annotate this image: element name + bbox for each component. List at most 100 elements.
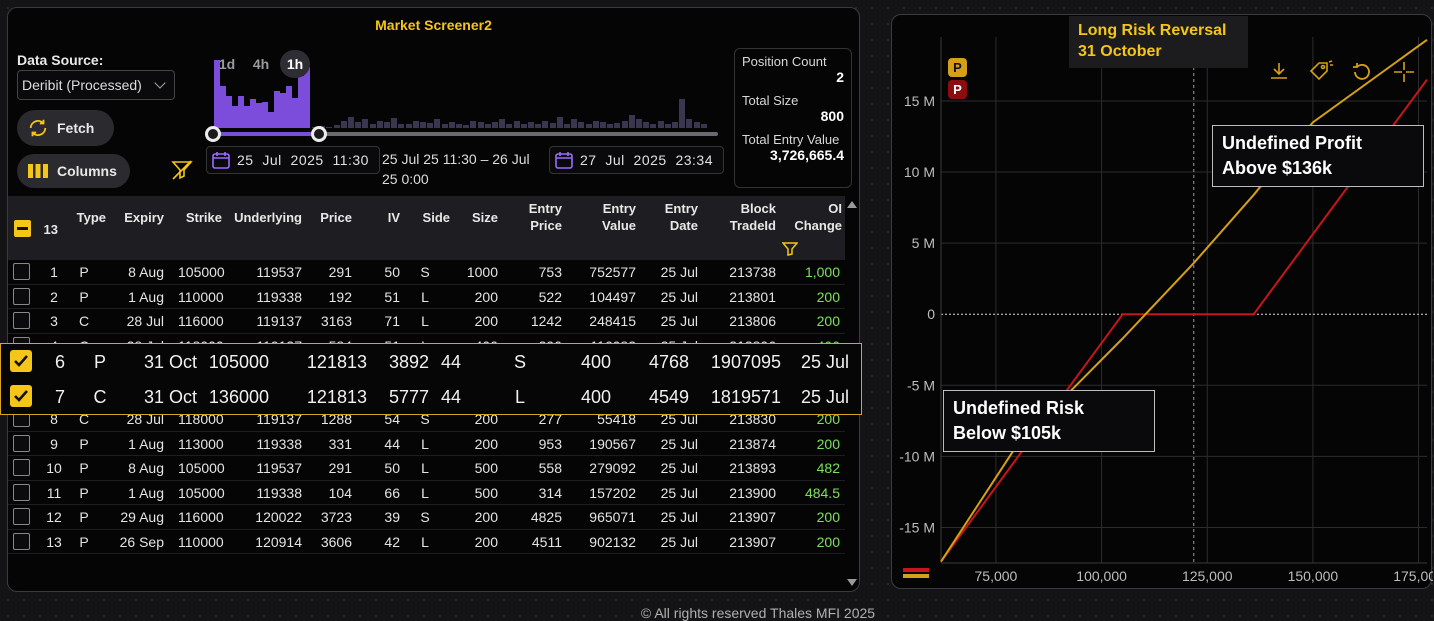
cell-size: 500 — [474, 460, 498, 476]
col-entry-date[interactable]: Entry Date — [654, 200, 698, 234]
cell-und: 120022 — [255, 509, 302, 525]
reset-icon[interactable] — [1350, 60, 1374, 84]
checked-checkbox-icon[interactable] — [10, 385, 32, 407]
cell-block: 213900 — [729, 484, 776, 501]
cell-n: 2 — [50, 288, 58, 305]
screener-title: Market Screener2 — [375, 17, 492, 33]
table-row[interactable]: 2 P 1 Aug 110000 119338 192 51 L 200 522 104497 25 … — [8, 285, 845, 309]
cell-ed: 25 Jul — [660, 313, 698, 329]
cell-ed: 25 Jul — [800, 387, 849, 407]
scroll-up-arrow[interactable] — [847, 201, 857, 208]
col-entry-price[interactable]: Entry Price — [516, 200, 562, 234]
y-tick-label: -10 M — [899, 448, 935, 464]
cell-ev: 1819571 — [710, 387, 781, 407]
cell-und: 119338 — [256, 435, 302, 452]
selected-count: 13 — [43, 222, 58, 237]
table-row[interactable]: 3 C 28 Jul 116000 119137 3163 71 L 200 1242 248415… — [8, 309, 845, 334]
highlighted-row[interactable]: 6 P 31 Oct 105000 121813 3892 44 S 400 4768 190709… — [1, 344, 861, 379]
histogram-bar — [628, 115, 635, 128]
histogram-bar — [398, 123, 405, 128]
histogram-bar — [657, 120, 664, 128]
timeframe-1h-button[interactable]: 1h — [280, 50, 310, 78]
cell-ev: 1907095 — [710, 352, 781, 372]
cell-price: 3892 — [388, 352, 429, 372]
row-checkbox[interactable] — [13, 434, 30, 452]
select-all-checkbox[interactable] — [14, 220, 31, 237]
timeframe-1d-button[interactable]: 1d — [212, 50, 242, 78]
scroll-down-arrow[interactable] — [847, 579, 857, 586]
highlighted-row[interactable]: 7 C 31 Oct 136000 121813 5777 44 L 400 4549 181957… — [1, 379, 861, 414]
cell-size: 200 — [474, 509, 498, 525]
table-row[interactable]: 13 P 26 Sep 110000 120914 3606 42 L 200 4511 90213… — [8, 530, 845, 554]
columns-button[interactable]: Columns — [17, 154, 130, 188]
cell-n: 9 — [50, 435, 58, 452]
cell-side: S — [420, 509, 430, 525]
fetch-button[interactable]: Fetch — [17, 110, 114, 146]
col-block-tradeid[interactable]: Block TradeId — [716, 200, 776, 234]
cell-side: S — [420, 264, 430, 280]
row-checkbox[interactable] — [13, 263, 30, 280]
row-checkbox[interactable] — [13, 312, 30, 329]
total-size-value: 800 — [820, 108, 844, 124]
fetch-label: Fetch — [57, 120, 95, 136]
cell-iv: 71 — [384, 313, 400, 329]
cell-type: C — [78, 313, 90, 329]
table-row[interactable]: 9 P 1 Aug 113000 119338 331 44 L 200 953 190567 25 … — [8, 432, 845, 456]
cell-und: 119137 — [256, 313, 302, 329]
col-expiry[interactable]: Expiry — [112, 209, 164, 226]
series-legend-swatch[interactable] — [903, 568, 929, 580]
columns-icon — [28, 164, 48, 178]
table-row[interactable]: 12 P 29 Aug 116000 120022 3723 39 S 200 4825 96507… — [8, 505, 845, 530]
date-to-value: 27 Jul 2025 23:34 — [580, 152, 713, 168]
col-iv[interactable]: IV — [368, 209, 400, 226]
col-strike[interactable]: Strike — [178, 209, 222, 226]
col-type[interactable]: Type — [70, 209, 106, 226]
payoff-line-current — [940, 39, 1428, 563]
row-checkbox[interactable] — [13, 508, 30, 525]
cell-size: 400 — [580, 387, 611, 407]
table-row[interactable]: 11 P 1 Aug 105000 119338 104 66 L 500 314 157202 25… — [8, 481, 845, 505]
cell-iv: 44 — [440, 352, 461, 372]
cell-ep: 314 — [538, 484, 562, 501]
legend-tag-p-red[interactable]: P — [948, 80, 967, 99]
cell-strike: 116000 — [178, 313, 224, 329]
filter-clear-icon[interactable] — [170, 158, 194, 182]
col-price[interactable]: Price — [308, 209, 352, 226]
table-row[interactable]: 10 P 8 Aug 105000 119537 291 50 L 500 558 279092 25… — [8, 456, 845, 481]
date-to-field[interactable]: 27 Jul 2025 23:34 — [549, 146, 724, 174]
row-checkbox[interactable] — [13, 532, 30, 550]
col-oi-change[interactable]: OI Change — [784, 200, 842, 234]
time-range-start-handle[interactable] — [205, 126, 221, 142]
checked-checkbox-icon[interactable] — [10, 350, 32, 372]
cell-ep: 4511 — [531, 533, 562, 550]
cell-type: P — [79, 288, 89, 305]
col-size[interactable]: Size — [458, 209, 498, 226]
timeframe-4h-button[interactable]: 4h — [246, 50, 276, 78]
legend-tag-p-yellow[interactable]: P — [948, 58, 967, 77]
histogram-bar — [592, 120, 599, 128]
col-entry-value[interactable]: Entry Value — [586, 200, 636, 234]
payoff-chart[interactable]: 75,000 100,000 125,000 150,000 175,000 15 M 10… — [892, 15, 1434, 590]
histogram-bar — [484, 124, 491, 128]
histogram-bar — [679, 99, 686, 128]
data-source-label: Data Source: — [17, 52, 104, 68]
col-underlying[interactable]: Underlying — [226, 209, 302, 226]
row-checkbox[interactable] — [13, 483, 30, 501]
table-row[interactable]: 1 P 8 Aug 105000 119537 291 50 S 1000 753 752577 25… — [8, 260, 845, 285]
crosshair-icon[interactable] — [1392, 60, 1416, 84]
data-source-select[interactable]: Deribit (Processed) — [17, 70, 175, 100]
cell-expiry: 1 Aug — [128, 484, 164, 501]
cell-iv: 39 — [384, 509, 400, 525]
filter-icon[interactable] — [782, 242, 798, 256]
download-icon[interactable] — [1268, 60, 1290, 82]
histogram-bar — [376, 120, 383, 128]
time-range-end-handle[interactable] — [311, 126, 327, 142]
row-checkbox[interactable] — [13, 459, 30, 476]
col-side[interactable]: Side — [412, 209, 450, 226]
cell-type: P — [79, 484, 89, 501]
date-from-field[interactable]: 25 Jul 2025 11:30 — [206, 146, 380, 174]
histogram-bar — [578, 122, 585, 128]
row-checkbox[interactable] — [13, 287, 30, 305]
tag-icon[interactable] — [1308, 60, 1334, 82]
histogram-bar — [427, 122, 434, 128]
